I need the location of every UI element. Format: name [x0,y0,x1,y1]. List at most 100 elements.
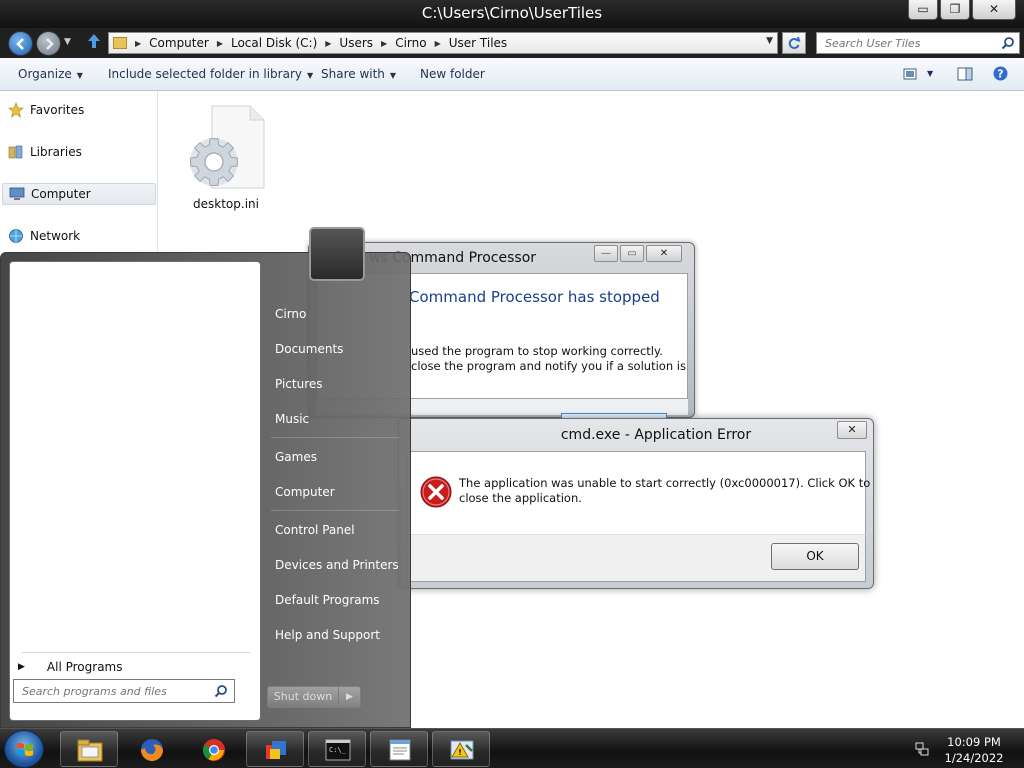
chevron-right-icon[interactable]: ▶ [325,39,331,48]
cp-message: used the program to stop working correct… [411,344,686,374]
nav-favorites[interactable]: Favorites [8,99,84,121]
divider [271,437,399,438]
include-in-library-menu[interactable]: Include selected folder in library ▼ [108,67,313,81]
svg-text:C:\_: C:\_ [329,746,347,754]
nav-network[interactable]: Network [8,225,80,247]
libraries-icon [8,145,23,159]
all-programs-label: All Programs [46,660,123,674]
chevron-right-icon[interactable]: ▶ [381,39,387,48]
chevron-right-icon[interactable]: ▶ [217,39,223,48]
start-item-default-programs[interactable]: Default Programs [275,593,380,607]
star-icon [8,102,24,118]
cp-window-controls: — ▭ ✕ [592,245,682,262]
view-options-icon[interactable] [903,67,919,81]
chevron-right-icon[interactable]: ▶ [435,39,441,48]
svg-text:?: ? [997,68,1003,81]
notepad-icon [389,739,411,761]
address-dropdown-icon[interactable]: ▼ [766,36,773,46]
taskbar-error-reporting[interactable]: ! [432,731,490,767]
address-box[interactable]: ▶ Computer ▶ Local Disk (C:) ▶ Users ▶ C… [108,32,778,54]
start-search-field[interactable] [13,679,235,703]
search-icon[interactable] [214,684,228,698]
breadcrumb-user-tiles[interactable]: User Tiles [449,36,507,50]
taskbar-notepad[interactable] [370,731,428,767]
search-icon[interactable] [1001,36,1015,50]
taskbar-chrome[interactable] [184,731,242,767]
window-titlebar: C:\Users\Cirno\UserTiles ▭ ❐ ✕ [0,0,1024,28]
breadcrumb-users[interactable]: Users [339,36,373,50]
refresh-button[interactable] [782,32,806,54]
start-menu: ▶ All Programs Cirno Documents Pictures … [0,227,411,728]
start-item-pictures[interactable]: Pictures [275,377,323,391]
start-item-music[interactable]: Music [275,412,309,426]
nav-computer[interactable]: Computer [2,183,156,205]
file-item[interactable]: desktop.ini [178,104,274,211]
forward-arrow-icon [45,38,54,50]
clock-date: 1/24/2022 [944,751,1004,765]
firefox-icon [141,739,163,761]
minimize-button[interactable]: ▭ [908,0,938,20]
start-item-devices-printers[interactable]: Devices and Printers [275,558,399,572]
play-arrow-icon: ▶ [18,662,25,672]
new-folder-button[interactable]: New folder [420,67,485,81]
start-menu-programs-pane: ▶ All Programs [9,261,261,721]
nav-favorites-label: Favorites [30,103,85,117]
recent-pages-dropdown-icon[interactable]: ▼ [64,37,71,47]
search-field[interactable] [816,32,1020,54]
help-icon[interactable]: ? [993,66,1008,81]
preview-pane-icon[interactable] [957,67,973,81]
breadcrumb-cirno[interactable]: Cirno [395,36,426,50]
organize-label: Organize [18,67,72,81]
ok-button[interactable]: OK [771,543,859,570]
address-bar: ▼ ▶ Computer ▶ Local Disk (C:) ▶ Users ▶… [0,28,1024,58]
breadcrumb-local-disk[interactable]: Local Disk (C:) [231,36,317,50]
forward-button[interactable] [36,31,61,56]
application-error-dialog: cmd.exe - Application Error ✕ The applic… [398,418,874,589]
organize-menu[interactable]: Organize ▼ [18,67,83,81]
start-item-documents[interactable]: Documents [275,342,343,356]
cp-maximize-button[interactable]: ▭ [620,245,644,262]
settings-file-icon [190,105,265,189]
network-tray-icon[interactable] [914,741,930,757]
caret-down-icon: ▼ [306,71,314,80]
error-close-button[interactable]: ✕ [837,421,867,439]
restore-button[interactable]: ❐ [940,0,970,20]
close-button[interactable]: ✕ [972,0,1016,20]
start-item-control-panel[interactable]: Control Panel [275,523,355,537]
include-library-label: Include selected folder in library [108,67,302,81]
start-item-help-support[interactable]: Help and Support [275,628,380,642]
taskbar-firefox[interactable] [122,731,180,767]
divider [22,652,250,653]
start-item-cirno[interactable]: Cirno [275,307,306,321]
cp-close-button[interactable]: ✕ [646,245,682,262]
error-icon [420,476,452,508]
view-dropdown-icon[interactable]: ▼ [927,69,933,78]
nav-libraries[interactable]: Libraries [8,141,82,163]
search-input[interactable] [817,33,993,53]
user-picture[interactable] [309,227,365,281]
back-button[interactable] [8,31,33,56]
cp-message-line-2: close the program and notify you if a so… [411,359,686,373]
start-button[interactable] [4,730,44,768]
chrome-icon [203,739,225,761]
cp-minimize-button[interactable]: — [594,245,618,262]
taskbar-explorer[interactable] [60,731,118,767]
taskbar-paint[interactable] [246,731,304,767]
chevron-right-icon[interactable]: ▶ [135,39,141,48]
shutdown-options-arrow-icon[interactable]: ▶ [339,686,361,708]
start-item-computer[interactable]: Computer [275,485,335,499]
share-with-menu[interactable]: Share with ▼ [321,67,396,81]
breadcrumb-computer[interactable]: Computer [149,36,209,50]
error-message-line-1: The application was unable to start corr… [459,476,871,490]
start-search-input[interactable] [14,680,204,702]
all-programs-item[interactable]: ▶ All Programs [18,660,123,674]
up-arrow-icon[interactable] [86,32,102,55]
svg-text:!: ! [458,748,462,757]
nav-libraries-label: Libraries [30,145,82,159]
taskbar-cmd[interactable]: C:\_ [308,731,366,767]
folder-icon [113,37,127,49]
start-item-games[interactable]: Games [275,450,317,464]
window-controls: ▭ ❐ ✕ [906,0,1016,20]
shutdown-button[interactable]: Shut down [267,686,339,708]
system-clock[interactable]: 10:09 PM 1/24/2022 [934,734,1014,766]
